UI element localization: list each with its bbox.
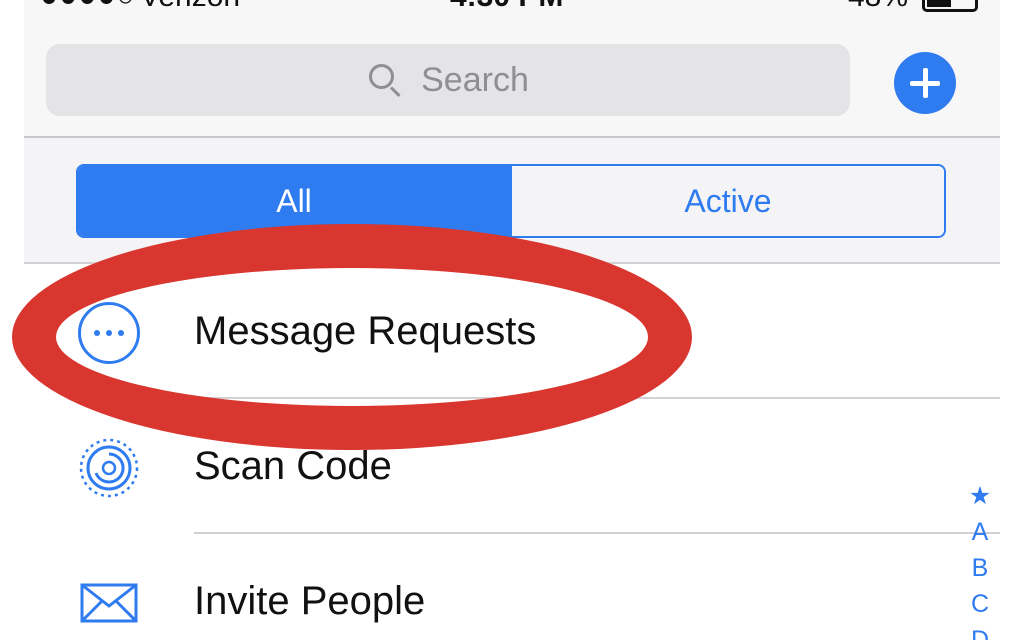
index-letter-b[interactable]: B — [972, 550, 989, 586]
people-list: Message Requests Scan Code Invite People — [24, 264, 1000, 640]
list-item-invite-people[interactable]: Invite People — [24, 534, 1000, 640]
search-icon — [367, 62, 403, 98]
status-time: 4:30 PM — [450, 0, 563, 14]
messenger-screen: ●●●●○ Verizon ⌃ 4:30 PM 48% Search All A… — [24, 0, 1000, 640]
index-letter-a[interactable]: A — [972, 514, 989, 550]
scan-code-icon — [78, 437, 140, 499]
photo-border-left — [0, 0, 24, 640]
list-item-label: Scan Code — [194, 444, 392, 488]
battery-percent: 48% — [848, 0, 908, 14]
list-item-label: Message Requests — [194, 309, 537, 353]
search-input[interactable]: Search — [46, 44, 850, 116]
photo-border-right — [1000, 0, 1024, 640]
index-letter-c[interactable]: C — [971, 586, 989, 622]
status-bar: ●●●●○ Verizon ⌃ 4:30 PM 48% — [24, 0, 1000, 22]
envelope-icon — [78, 572, 140, 634]
battery-icon — [922, 0, 978, 12]
tab-all[interactable]: All — [78, 166, 510, 236]
index-favorites-icon[interactable]: ★ — [969, 478, 991, 514]
plus-icon — [910, 68, 940, 98]
segmented-control: All Active — [76, 164, 946, 238]
wifi-icon: ⌃ — [268, 0, 293, 15]
carrier-name: Verizon — [140, 0, 240, 14]
signal-strength: ●●●●○ — [40, 0, 136, 14]
search-placeholder: Search — [421, 60, 529, 99]
list-item-scan-code[interactable]: Scan Code — [24, 399, 1000, 534]
tab-active[interactable]: Active — [510, 166, 944, 236]
filter-bar: All Active — [24, 138, 1000, 264]
list-item-label: Invite People — [194, 579, 426, 623]
list-item-message-requests[interactable]: Message Requests — [24, 264, 1000, 399]
ellipsis-bubble-icon — [78, 302, 140, 364]
alphabet-index[interactable]: ★ A B C D — [964, 478, 996, 640]
index-letter-d[interactable]: D — [971, 622, 989, 640]
new-message-button[interactable] — [894, 52, 956, 114]
search-header: Search — [24, 22, 1000, 138]
battery-level — [927, 0, 951, 7]
